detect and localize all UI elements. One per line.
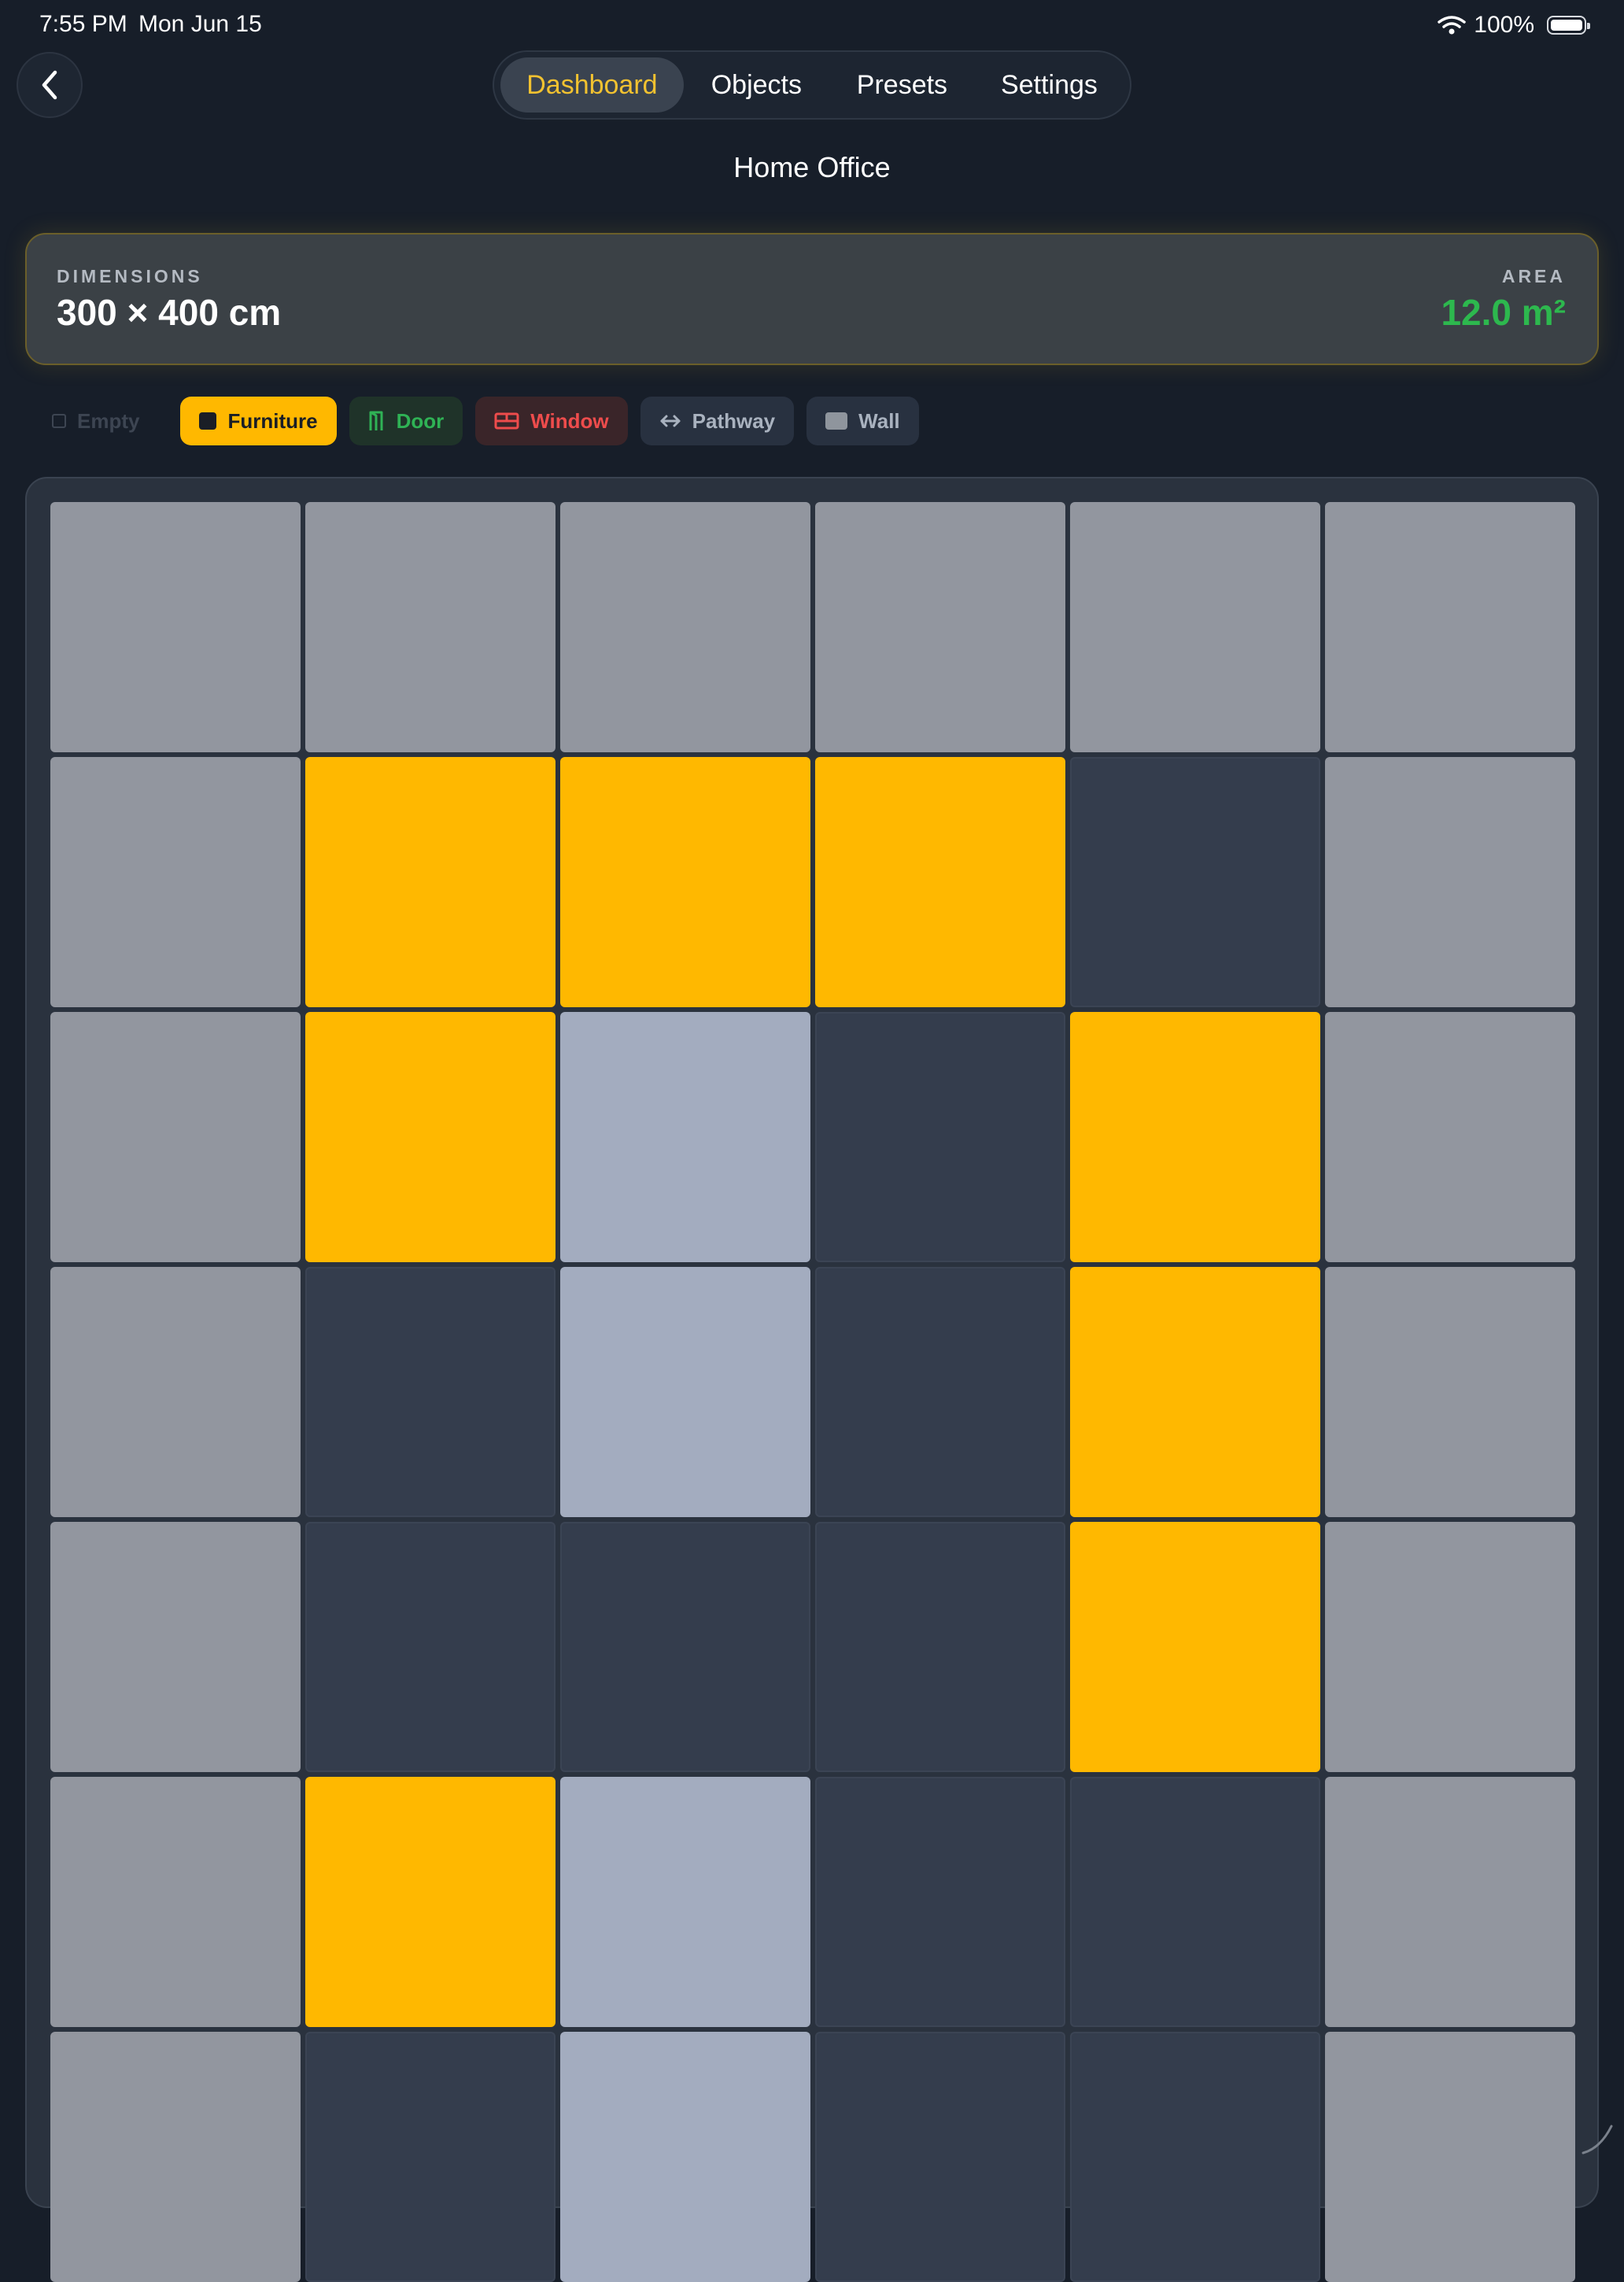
tab-bar: Dashboard Objects Presets Settings (493, 50, 1131, 120)
grid-cell-furniture[interactable] (1070, 1012, 1320, 1262)
grid-cell-empty[interactable] (815, 1522, 1065, 1772)
dimensions-card: DIMENSIONS 300 × 400 cm AREA 12.0 m² (25, 233, 1599, 365)
filled-square-icon (199, 412, 217, 430)
chevron-left-icon (42, 70, 57, 100)
wall-square-icon (825, 412, 848, 430)
chip-wall-label: Wall (858, 408, 900, 433)
empty-square-icon (52, 414, 66, 428)
grid-cell-empty[interactable] (1070, 1777, 1320, 2027)
chip-pathway-label: Pathway (692, 408, 776, 433)
chip-door[interactable]: Door (349, 397, 463, 445)
grid-cell-wall[interactable] (1325, 502, 1575, 752)
grid-cell-wall[interactable] (305, 502, 555, 752)
grid-cell-pathway[interactable] (560, 1267, 810, 1517)
grid-cell-empty[interactable] (1070, 2032, 1320, 2282)
grid-cell-wall[interactable] (560, 502, 810, 752)
cell-type-selector: Empty Furniture Door Window Pathway Wall (31, 397, 932, 445)
area-value: 12.0 m² (1441, 292, 1566, 333)
grid-cell-wall[interactable] (50, 1777, 301, 2027)
back-button[interactable] (17, 52, 83, 118)
chip-furniture[interactable]: Furniture (180, 397, 337, 445)
grid-cell-empty[interactable] (305, 1267, 555, 1517)
grid-cell-empty[interactable] (305, 1522, 555, 1772)
tab-objects[interactable]: Objects (684, 57, 829, 113)
chip-wall[interactable]: Wall (806, 397, 919, 445)
tab-presets[interactable]: Presets (829, 57, 975, 113)
status-date: Mon Jun 15 (138, 11, 262, 37)
dimensions-label: DIMENSIONS (57, 266, 203, 286)
grid-cell-empty[interactable] (1070, 757, 1320, 1007)
grid-cell-pathway[interactable] (560, 1777, 810, 2027)
floor-plan-grid-panel (25, 477, 1599, 2282)
wifi-icon (1438, 16, 1467, 35)
floor-plan-grid (50, 502, 1575, 2282)
grid-cell-wall[interactable] (1325, 2032, 1575, 2282)
status-bar: 7:55 PM Mon Jun 15 100% (0, 0, 1624, 50)
tab-settings[interactable]: Settings (975, 57, 1124, 113)
chip-pathway[interactable]: Pathway (640, 397, 795, 445)
status-time: 7:55 PM (39, 11, 127, 37)
chip-door-label: Door (396, 408, 445, 433)
grid-cell-wall[interactable] (50, 1012, 301, 1262)
grid-cell-wall[interactable] (1325, 1777, 1575, 2027)
grid-cell-furniture[interactable] (1070, 1522, 1320, 1772)
grid-cell-wall[interactable] (50, 1267, 301, 1517)
grid-cell-wall[interactable] (1325, 1267, 1575, 1517)
window-icon (494, 412, 519, 430)
area-label: AREA (1501, 266, 1566, 286)
chip-window-label: Window (530, 408, 609, 433)
door-icon (369, 411, 383, 430)
arrows-horizontal-icon (660, 415, 681, 427)
grid-cell-wall[interactable] (50, 757, 301, 1007)
status-indicators: 100% (1438, 11, 1590, 39)
dimensions-value: 300 × 400 cm (57, 292, 282, 333)
grid-cell-wall[interactable] (50, 2032, 301, 2282)
grid-cell-wall[interactable] (1325, 1012, 1575, 1262)
grid-cell-wall[interactable] (1325, 1522, 1575, 1772)
grid-cell-furniture[interactable] (1070, 1267, 1320, 1517)
grid-cell-empty[interactable] (815, 1777, 1065, 2027)
grid-cell-empty[interactable] (815, 1012, 1065, 1262)
grid-cell-furniture[interactable] (560, 757, 810, 1007)
grid-cell-furniture[interactable] (305, 1777, 555, 2027)
grid-cell-wall[interactable] (815, 502, 1065, 752)
chip-window[interactable]: Window (475, 397, 628, 445)
resize-handle-icon[interactable] (1577, 2118, 1618, 2159)
chip-empty[interactable]: Empty (31, 397, 158, 445)
grid-cell-wall[interactable] (50, 1522, 301, 1772)
grid-cell-furniture[interactable] (815, 757, 1065, 1007)
grid-cell-wall[interactable] (50, 502, 301, 752)
grid-cell-furniture[interactable] (305, 1012, 555, 1262)
battery-icon (1547, 16, 1590, 35)
grid-cell-furniture[interactable] (305, 757, 555, 1007)
grid-cell-empty[interactable] (815, 2032, 1065, 2282)
grid-cell-empty[interactable] (560, 1522, 810, 1772)
tab-dashboard[interactable]: Dashboard (500, 57, 684, 113)
battery-percent: 100% (1474, 12, 1534, 38)
grid-cell-empty[interactable] (305, 2032, 555, 2282)
grid-cell-pathway[interactable] (560, 1012, 810, 1262)
grid-cell-empty[interactable] (815, 1267, 1065, 1517)
grid-cell-pathway[interactable] (560, 2032, 810, 2282)
chip-empty-label: Empty (77, 408, 140, 433)
grid-cell-wall[interactable] (1325, 757, 1575, 1007)
grid-cell-wall[interactable] (1070, 502, 1320, 752)
page-title: Home Office (733, 151, 891, 183)
chip-furniture-label: Furniture (227, 408, 318, 433)
